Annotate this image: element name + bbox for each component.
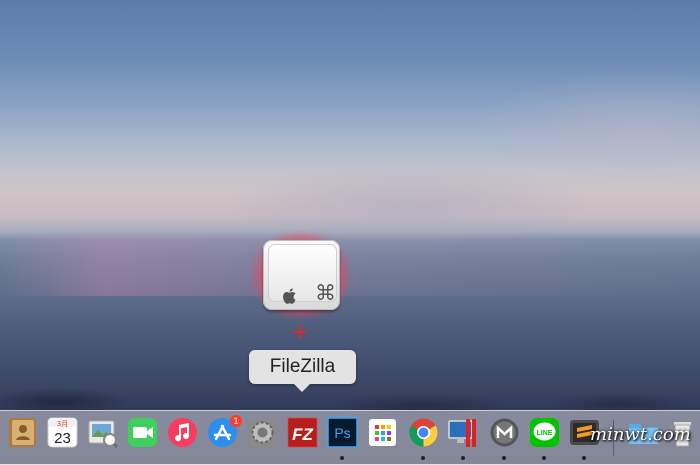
running-indicator: [542, 456, 546, 460]
watermark: minwt.com: [590, 424, 691, 445]
horizon-glow: [0, 236, 700, 296]
dock-tooltip: FileZilla: [249, 350, 356, 384]
system-preferences-icon[interactable]: [246, 416, 279, 449]
running-indicator: [340, 456, 344, 460]
chrome-icon[interactable]: [407, 416, 440, 449]
apple-logo-icon: [283, 288, 296, 304]
facetime-icon[interactable]: [126, 416, 159, 449]
contacts-icon[interactable]: [6, 416, 39, 449]
plus-icon: [293, 325, 307, 339]
screen-sharing-icon[interactable]: [447, 416, 480, 449]
keyboard-key-icon[interactable]: ⌘: [263, 240, 340, 310]
photoshop-icon[interactable]: Ps: [326, 416, 359, 449]
calendar-day: 23: [54, 430, 71, 447]
filezilla-icon[interactable]: FZ: [286, 416, 319, 449]
itunes-icon[interactable]: [166, 416, 199, 449]
calendar-month: 3月: [57, 420, 68, 428]
line-label: LINE: [537, 430, 553, 437]
calendar-icon[interactable]: 3月 23: [46, 416, 79, 449]
filezilla-label: FZ: [292, 425, 313, 444]
tooltip-arrow: [294, 384, 310, 392]
desktop-wallpaper: [0, 0, 700, 464]
notification-badge: 1: [230, 415, 242, 427]
photoshop-label: Ps: [334, 425, 350, 441]
running-indicator: [421, 456, 425, 460]
running-indicator: [502, 456, 506, 460]
launchpad-icon[interactable]: [366, 416, 399, 449]
line-icon[interactable]: LINE: [528, 416, 561, 449]
preview-icon[interactable]: [86, 416, 119, 449]
key-cap: ⌘: [268, 244, 337, 305]
macdown-icon[interactable]: [488, 416, 521, 449]
command-symbol: ⌘: [315, 282, 336, 305]
running-indicator: [461, 456, 465, 460]
running-indicator: [582, 456, 586, 460]
